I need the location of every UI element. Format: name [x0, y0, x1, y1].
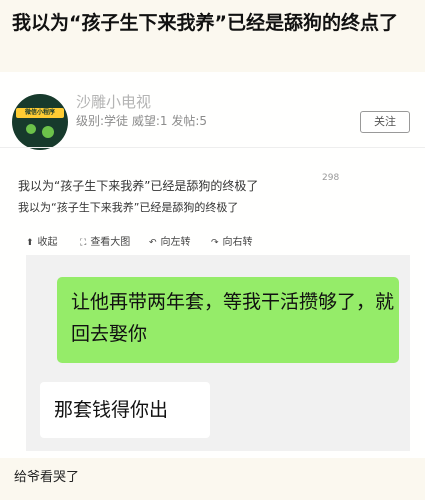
post-subtitle: 我以为“孩子生下来我养”已经是舔狗的终极了	[18, 201, 239, 214]
view-large-label: 查看大图	[90, 237, 131, 248]
page-title: 我以为“孩子生下来我养”已经是舔狗的终点了	[12, 12, 398, 34]
divider	[0, 147, 425, 148]
follow-button[interactable]: 关注	[360, 111, 410, 133]
chat-bubble-incoming: 那套钱得你出	[40, 382, 210, 438]
chat-bubble-outgoing: 让他再带两年套，等我干活攒够了，就回去娶你	[57, 277, 399, 363]
avatar[interactable]: 微信小程序	[12, 94, 68, 150]
rotate-right-label: 向右转	[222, 237, 253, 248]
collapse-label: 收起	[37, 237, 58, 248]
wechat-logo-dot	[42, 126, 54, 138]
rotate-left-label: 向左转	[160, 237, 191, 248]
comment-text: 给爷看哭了	[14, 470, 80, 485]
wechat-logo-dot	[26, 124, 36, 134]
username[interactable]: 沙雕小电视	[76, 91, 151, 112]
avatar-label: 微信小程序	[16, 108, 64, 118]
collapse-button[interactable]: ⬆ 收起	[26, 233, 58, 248]
arrow-up-icon: ⬆	[26, 238, 34, 248]
rotate-right-button[interactable]: ↷ 向右转	[211, 233, 253, 248]
rotate-right-icon: ↷	[211, 238, 219, 248]
rotate-left-button[interactable]: ↶ 向左转	[149, 233, 191, 248]
view-large-button[interactable]: ⛶ 查看大图	[80, 233, 130, 248]
reply-count: 298	[322, 173, 340, 183]
zoom-icon: ⛶	[80, 238, 87, 248]
rotate-left-icon: ↶	[149, 238, 157, 248]
user-stats: 级别:学徒 威望:1 发帖:5	[76, 114, 208, 128]
post-title: 我以为“孩子生下来我养”已经是舔狗的终极了	[18, 179, 259, 193]
